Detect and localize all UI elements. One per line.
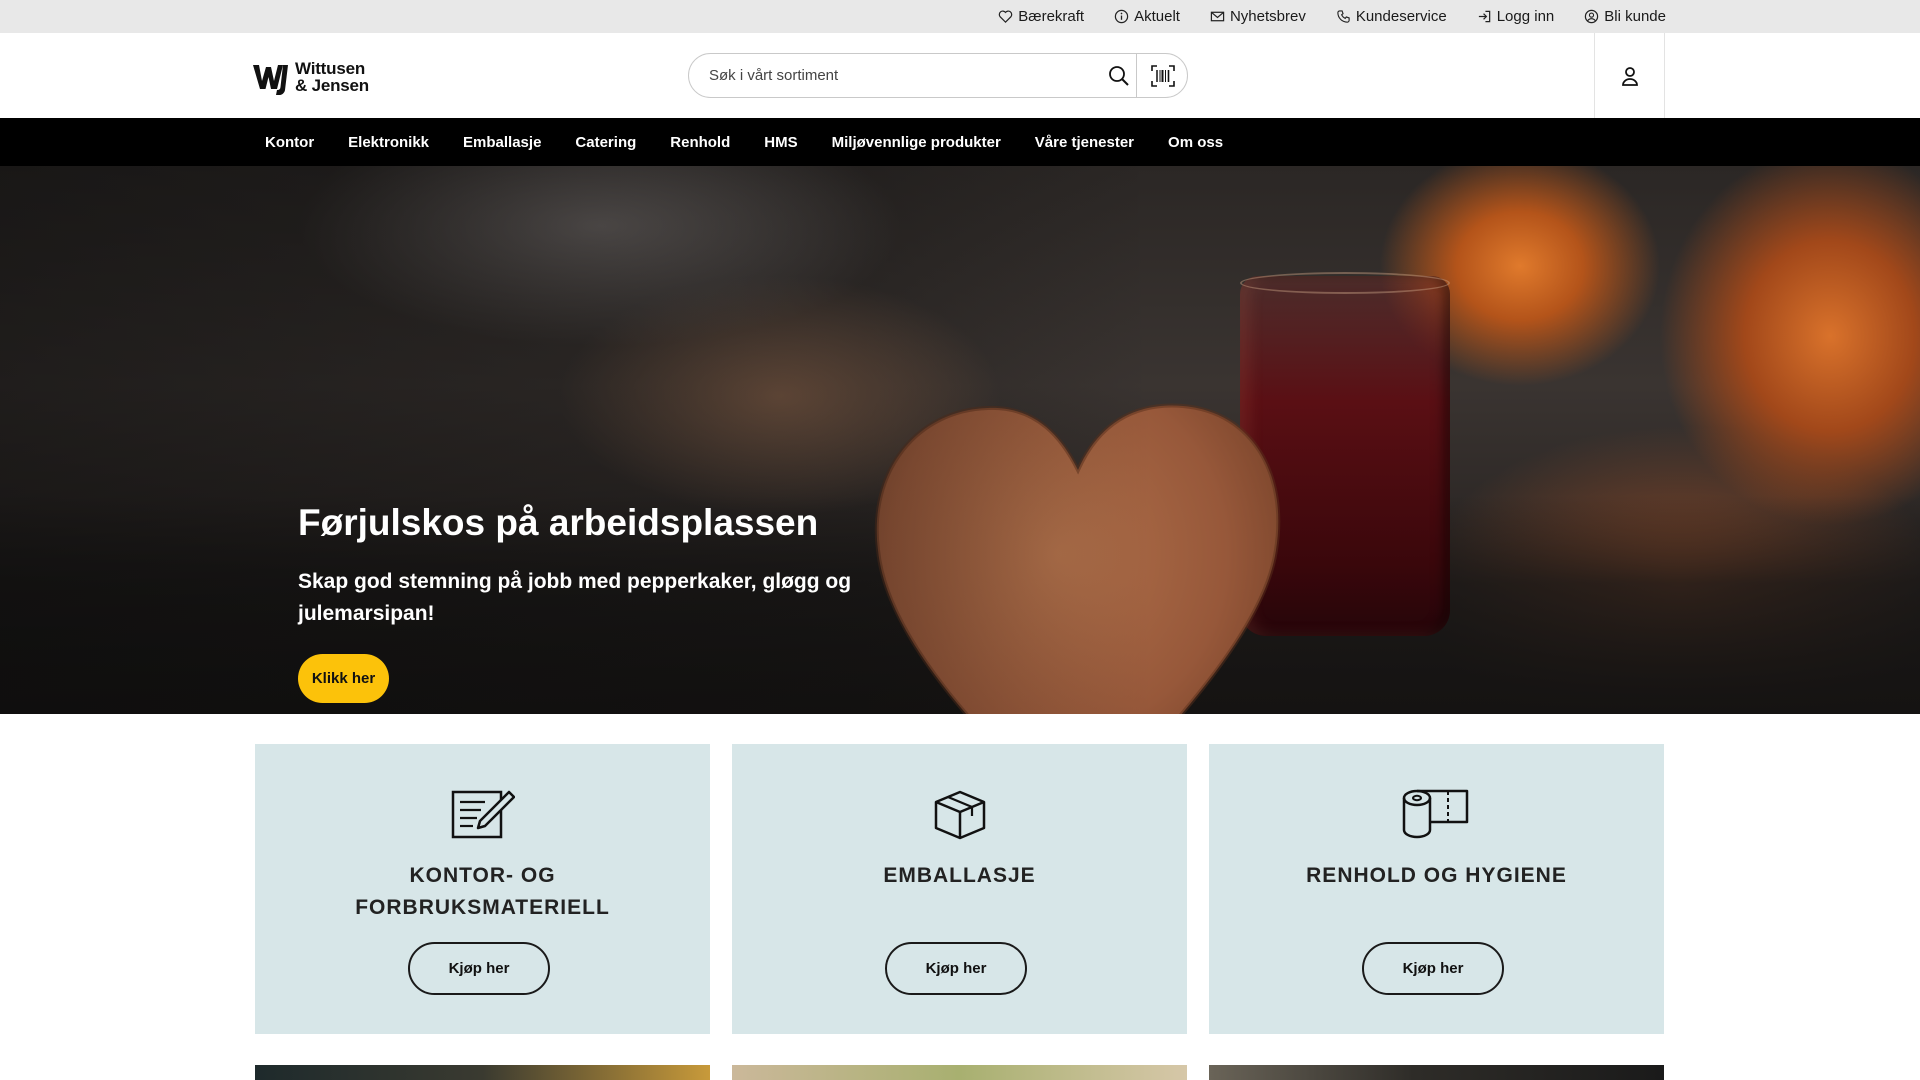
teaser-image-1[interactable] — [255, 1065, 710, 1080]
utility-link-label: Bærekraft — [1018, 8, 1085, 25]
utility-link-newsletter[interactable]: Nyhetsbrev — [1210, 8, 1306, 25]
hero-cta-button[interactable]: Klikk her — [298, 654, 389, 703]
utility-links: Bærekraft Aktuelt Nyhetsbrev Kundeservic… — [998, 0, 1666, 33]
info-icon — [1114, 9, 1129, 24]
category-buy-button[interactable]: Kjøp her — [408, 942, 550, 995]
category-card-cleaning[interactable]: RENHOLD OG HYGIENE Kjøp her — [1209, 744, 1664, 1034]
nav-item-catering[interactable]: Catering — [575, 134, 636, 151]
category-card-packaging[interactable]: EMBALLASJE Kjøp her — [732, 744, 1187, 1034]
utility-link-sustainability[interactable]: Bærekraft — [998, 8, 1084, 25]
hero-subtitle: Skap god stemning på jobb med pepperkake… — [298, 570, 852, 625]
search-icon — [1109, 65, 1129, 86]
category-buy-button[interactable]: Kjøp her — [1362, 942, 1504, 995]
utility-link-customer-service[interactable]: Kundeservice — [1336, 8, 1447, 25]
utility-link-label: Aktuelt — [1134, 8, 1180, 25]
category-card-title: RENHOLD OG HYGIENE — [1306, 864, 1567, 887]
category-cards: KONTOR- OG FORBRUKSMATERIELL Kjøp her EM… — [255, 744, 1665, 1034]
teaser-image-3[interactable] — [1209, 1065, 1664, 1080]
search-input[interactable] — [709, 54, 1089, 97]
logo-line-1: Wittusen — [295, 59, 366, 78]
account-button[interactable] — [1594, 33, 1665, 118]
utility-link-label: Kundeservice — [1355, 8, 1447, 25]
hero-banner: Førjulskos på arbeidsplassen Skap god st… — [0, 166, 1920, 714]
heart-icon — [998, 10, 1013, 23]
box-icon — [924, 786, 996, 842]
category-card-title: KONTOR- OG FORBRUKSMATERIELL — [355, 864, 610, 919]
mail-icon — [1210, 11, 1225, 22]
logo-text: Wittusen & Jensen — [295, 60, 369, 94]
notepad-pen-icon — [447, 786, 519, 842]
search-divider — [1136, 54, 1137, 97]
logo-line-2: & Jensen — [295, 76, 369, 95]
nav-item-om-oss[interactable]: Om oss — [1168, 134, 1223, 151]
utility-link-become-customer[interactable]: Bli kunde — [1584, 8, 1666, 25]
nav-item-elektronikk[interactable]: Elektronikk — [348, 134, 429, 151]
barcode-icon — [1151, 64, 1175, 87]
paper-roll-icon — [1401, 786, 1473, 842]
utility-bar: Bærekraft Aktuelt Nyhetsbrev Kundeservic… — [0, 0, 1920, 33]
utility-link-label: Nyhetsbrev — [1229, 8, 1306, 25]
logo[interactable]: Wittusen & Jensen — [252, 59, 369, 95]
teaser-image-2[interactable] — [732, 1065, 1187, 1080]
hero-shade — [0, 166, 1920, 714]
logo-mark-icon — [253, 65, 288, 95]
main-nav-items: Kontor Elektronikk Emballasje Catering R… — [265, 118, 1223, 166]
utility-link-label: Logg inn — [1496, 8, 1555, 25]
nav-item-miljovennlige[interactable]: Miljøvennlige produkter — [832, 134, 1001, 151]
user-circle-icon — [1585, 9, 1599, 24]
nav-item-tjenester[interactable]: Våre tjenester — [1035, 134, 1134, 151]
main-nav: Kontor Elektronikk Emballasje Catering R… — [0, 118, 1920, 166]
site-header: Wittusen & Jensen — [0, 33, 1920, 118]
phone-icon — [1337, 10, 1350, 23]
search-bar — [688, 53, 1188, 98]
nav-item-renhold[interactable]: Renhold — [670, 134, 730, 151]
utility-link-news[interactable]: Aktuelt — [1114, 8, 1180, 25]
nav-item-kontor[interactable]: Kontor — [265, 134, 314, 151]
hero-title: Førjulskos på arbeidsplassen — [298, 502, 819, 543]
utility-link-label: Bli kunde — [1604, 8, 1666, 25]
utility-link-login[interactable]: Logg inn — [1477, 8, 1555, 25]
nav-item-emballasje[interactable]: Emballasje — [463, 134, 541, 151]
category-card-office[interactable]: KONTOR- OG FORBRUKSMATERIELL Kjøp her — [255, 744, 710, 1034]
user-icon — [1621, 66, 1638, 86]
nav-item-hms[interactable]: HMS — [764, 134, 797, 151]
category-buy-button[interactable]: Kjøp her — [885, 942, 1027, 995]
barcode-scan-button[interactable] — [1138, 54, 1188, 97]
category-card-title: EMBALLASJE — [883, 864, 1036, 887]
login-icon — [1478, 10, 1490, 23]
